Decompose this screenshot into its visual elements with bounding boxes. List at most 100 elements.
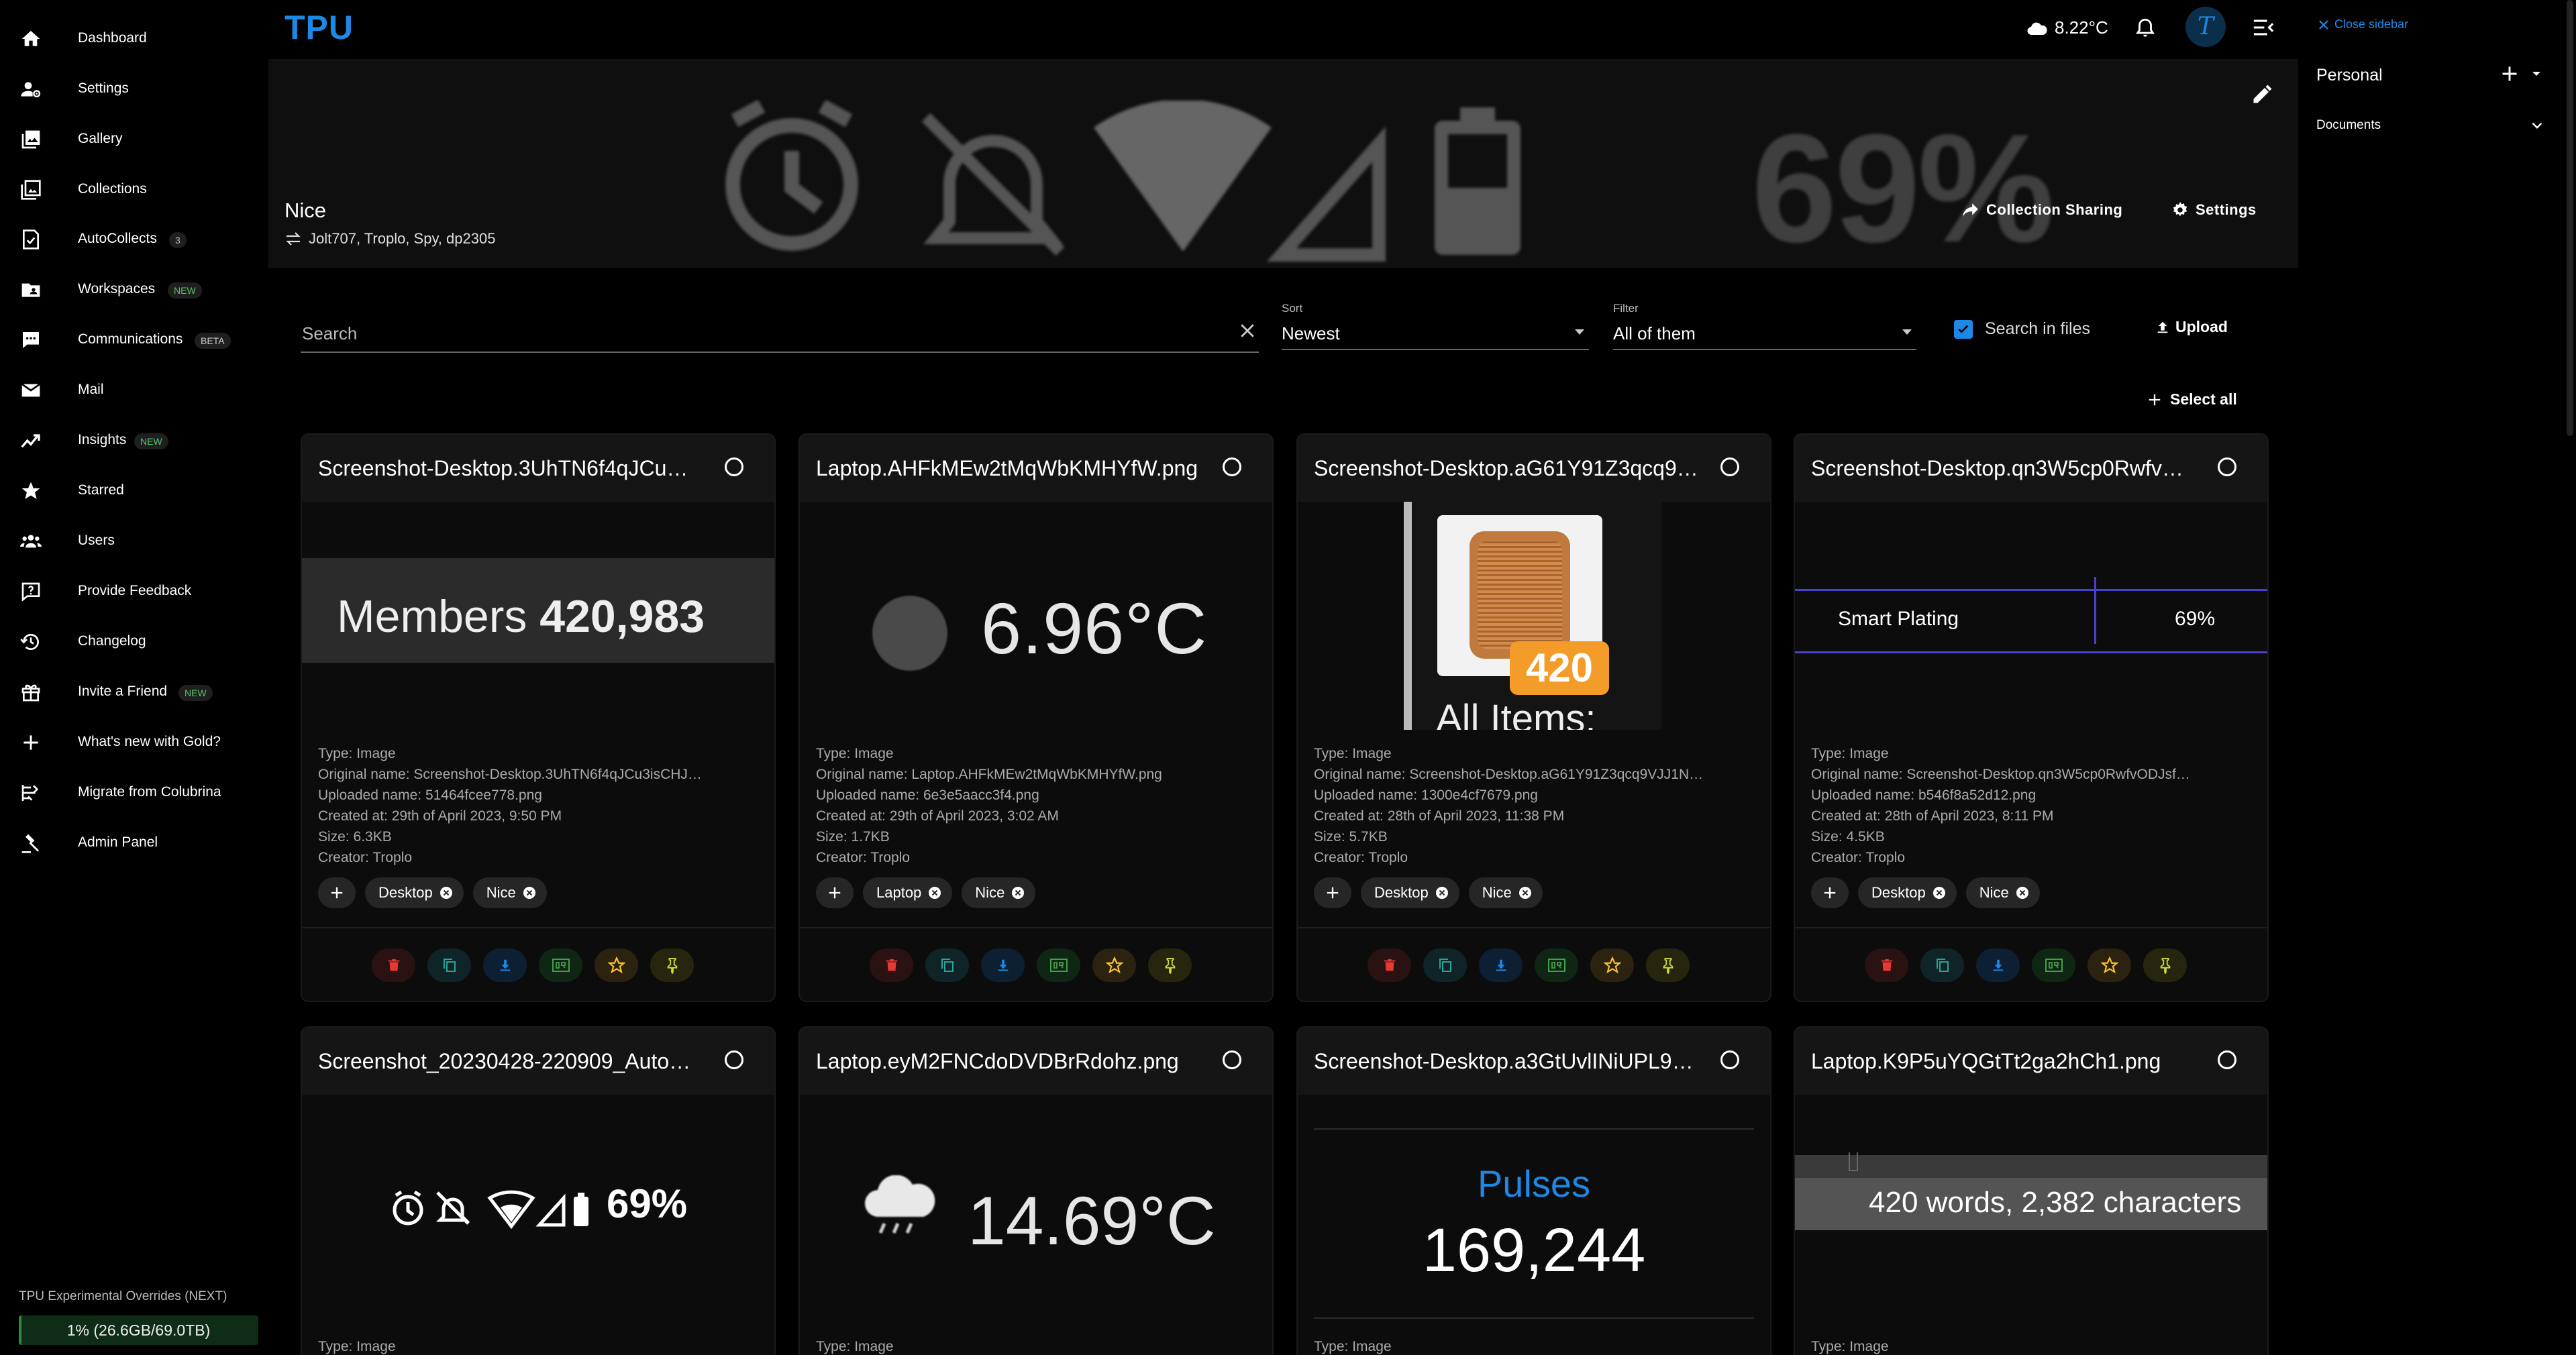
select-radio[interactable]: [1720, 457, 1739, 476]
copy-link-button[interactable]: [1423, 949, 1467, 982]
sidebar-item-workspaces[interactable]: Workspaces NEW: [0, 270, 268, 310]
star-button[interactable]: [1590, 949, 1634, 982]
notifications-bell-icon[interactable]: [2134, 16, 2157, 40]
copy-link-button[interactable]: [1920, 949, 1964, 982]
tag-chip[interactable]: Nice: [1965, 877, 2040, 908]
file-preview[interactable]: 420 words, 2,382 characters: [1795, 1095, 2267, 1323]
file-preview[interactable]: Smart Plating 69%: [1795, 502, 2267, 730]
download-button[interactable]: [483, 949, 527, 982]
file-preview[interactable]: 14.69°C: [800, 1095, 1272, 1323]
scrollbar-thumb[interactable]: [2567, 0, 2573, 436]
star-button[interactable]: [595, 949, 638, 982]
delete-button[interactable]: [1865, 949, 1908, 982]
add-tag-button[interactable]: [1314, 877, 1351, 908]
file-title[interactable]: Screenshot-Desktop.qn3W5cp0Rwfv…: [1811, 456, 2214, 481]
select-radio[interactable]: [725, 1050, 743, 1069]
sidebar-item-provide-feedback[interactable]: Provide Feedback: [0, 572, 268, 612]
file-preview[interactable]: Members 420,983: [302, 502, 774, 730]
collection-settings-button[interactable]: Settings: [2171, 201, 2257, 219]
tag-chip[interactable]: Nice: [472, 877, 547, 908]
file-card[interactable]: Screenshot-Desktop.aG61Y91Z3qcq9… 420 Al…: [1296, 433, 1771, 1002]
app-logo[interactable]: TPU: [285, 8, 354, 47]
pin-button[interactable]: [650, 949, 694, 982]
select-radio[interactable]: [2218, 1050, 2236, 1069]
upload-button[interactable]: Upload: [2155, 318, 2228, 336]
tag-chip[interactable]: Desktop: [1361, 877, 1459, 908]
download-button[interactable]: [1976, 949, 2020, 982]
sidebar-item-changelog[interactable]: Changelog: [0, 622, 268, 662]
file-title[interactable]: Screenshot_20230428-220909_Auto…: [318, 1049, 721, 1074]
sidebar-item-collections[interactable]: Collections: [0, 170, 268, 210]
file-card[interactable]: Screenshot-Desktop.a3GtUvlINiUPL9… Pulse…: [1296, 1026, 1771, 1355]
pin-button[interactable]: [1646, 949, 1690, 982]
file-preview[interactable]: 420 All Items:: [1298, 502, 1770, 730]
add-tag-button[interactable]: [1811, 877, 1849, 908]
file-card[interactable]: Screenshot_20230428-220909_Auto… 69% Typ…: [301, 1026, 776, 1355]
documents-section-title[interactable]: Documents: [2316, 118, 2381, 133]
tag-chip[interactable]: Desktop: [1858, 877, 1957, 908]
close-sidebar-button[interactable]: Close sidebar: [2318, 17, 2408, 32]
select-radio[interactable]: [725, 457, 743, 476]
file-preview[interactable]: 69%: [302, 1095, 774, 1323]
ocr-button[interactable]: [2032, 949, 2075, 982]
sidebar-item-autocollects[interactable]: AutoCollects 3: [0, 219, 268, 260]
file-card[interactable]: Laptop.eyM2FNCdoDVDBrRdohz.png 14.69°C T…: [798, 1026, 1274, 1355]
collection-sharing-button[interactable]: Collection Sharing: [1962, 201, 2122, 219]
tag-chip[interactable]: Nice: [1468, 877, 1543, 908]
tag-chip[interactable]: Laptop: [863, 877, 953, 908]
add-tag-button[interactable]: [816, 877, 854, 908]
star-button[interactable]: [2088, 949, 2131, 982]
search-input[interactable]: [301, 318, 1209, 349]
sidebar-item-mail[interactable]: Mail: [0, 370, 268, 411]
tag-remove-icon[interactable]: [1011, 886, 1025, 900]
add-icon[interactable]: [2500, 64, 2519, 83]
search-in-files-checkbox[interactable]: Search in files: [1954, 319, 2090, 339]
file-card[interactable]: Laptop.AHFkMEw2tMqWbKMHYfW.png 6.96°C Ty…: [798, 433, 1274, 1002]
sidebar-item-migrate[interactable]: Migrate from Colubrina: [0, 773, 268, 813]
add-tag-button[interactable]: [318, 877, 356, 908]
menu-toggle-icon[interactable]: [2252, 17, 2275, 38]
file-title[interactable]: Laptop.eyM2FNCdoDVDBrRdohz.png: [816, 1049, 1219, 1074]
delete-button[interactable]: [372, 949, 415, 982]
file-preview[interactable]: 6.96°C: [800, 502, 1272, 730]
sidebar-item-starred[interactable]: Starred: [0, 471, 268, 511]
copy-link-button[interactable]: [925, 949, 969, 982]
sort-select[interactable]: Sort Newest: [1282, 302, 1589, 350]
file-card[interactable]: Screenshot-Desktop.3UhTN6f4qJCu… Members…: [301, 433, 776, 1002]
tag-remove-icon[interactable]: [1518, 886, 1532, 900]
tag-chip[interactable]: Desktop: [365, 877, 464, 908]
file-title[interactable]: Laptop.K9P5uYQGtTt2ga2hCh1.png: [1811, 1049, 2214, 1074]
file-card[interactable]: Laptop.K9P5uYQGtTt2ga2hCh1.png 420 words…: [1794, 1026, 2269, 1355]
select-all-button[interactable]: Select all: [2147, 390, 2237, 409]
copy-link-button[interactable]: [427, 949, 471, 982]
download-button[interactable]: [981, 949, 1025, 982]
filter-select[interactable]: Filter All of them: [1613, 302, 1916, 350]
file-title[interactable]: Screenshot-Desktop.aG61Y91Z3qcq9…: [1314, 456, 1716, 481]
file-preview[interactable]: Pulses 169,244: [1298, 1095, 1770, 1323]
user-avatar[interactable]: T: [2185, 7, 2226, 47]
sidebar-item-insights[interactable]: Insights NEW: [0, 421, 268, 461]
delete-button[interactable]: [1368, 949, 1411, 982]
experimental-overrides-label[interactable]: TPU Experimental Overrides (NEXT): [19, 1289, 227, 1304]
ocr-button[interactable]: [1535, 949, 1578, 982]
sidebar-item-communications[interactable]: Communications BETA: [0, 320, 268, 360]
select-radio[interactable]: [1223, 1050, 1241, 1069]
file-card[interactable]: Screenshot-Desktop.qn3W5cp0Rwfv… Smart P…: [1794, 433, 2269, 1002]
sidebar-item-dashboard[interactable]: Dashboard: [0, 19, 268, 59]
pin-button[interactable]: [2143, 949, 2187, 982]
tag-remove-icon[interactable]: [928, 886, 941, 900]
download-button[interactable]: [1479, 949, 1523, 982]
ocr-button[interactable]: [539, 949, 582, 982]
select-radio[interactable]: [1720, 1050, 1739, 1069]
tag-remove-icon[interactable]: [523, 886, 536, 900]
sidebar-item-whats-new-gold[interactable]: What's new with Gold?: [0, 722, 268, 763]
tag-chip[interactable]: Nice: [962, 877, 1036, 908]
clear-search-icon[interactable]: [1237, 321, 1257, 341]
tag-remove-icon[interactable]: [440, 886, 453, 900]
ocr-button[interactable]: [1037, 949, 1080, 982]
sidebar-item-admin-panel[interactable]: Admin Panel: [0, 823, 268, 863]
tag-remove-icon[interactable]: [2016, 886, 2029, 900]
sidebar-item-gallery[interactable]: Gallery: [0, 119, 268, 160]
select-radio[interactable]: [1223, 457, 1241, 476]
file-title[interactable]: Screenshot-Desktop.3UhTN6f4qJCu…: [318, 456, 721, 481]
